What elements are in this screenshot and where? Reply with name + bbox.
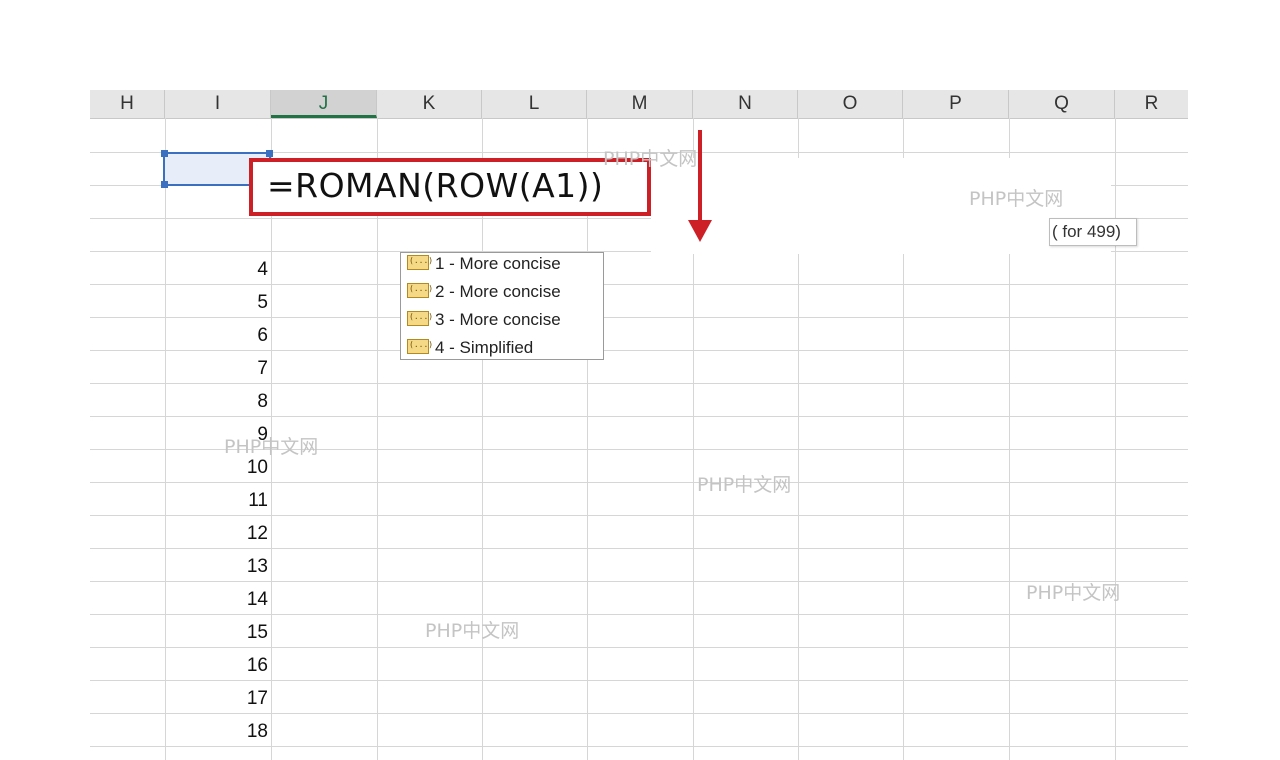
column-header-r[interactable]: R [1115,90,1188,118]
arrow-down-icon [688,220,712,242]
watermark: PHP中文网 [697,474,792,496]
cell-i5[interactable]: 5 [168,286,268,319]
watermark: PHP中文网 [969,188,1064,210]
function-arg-icon [407,255,433,271]
cell-i12[interactable]: 12 [168,517,268,550]
watermark: PHP中文网 [425,620,520,642]
column-header-m[interactable]: M [587,90,693,118]
formula-text: =ROMAN(ROW(A1)) [267,166,604,205]
formula-callout: =ROMAN(ROW(A1)) [249,158,651,216]
cell-i14[interactable]: 14 [168,583,268,616]
watermark: PHP中文网 [1026,582,1121,604]
autocomplete-item[interactable]: 2 - More concise [407,279,561,305]
column-header-n[interactable]: N [693,90,798,118]
autocomplete-item-label: 4 - Simplified [435,338,534,357]
cell-i16[interactable]: 16 [168,649,268,682]
column-header-row: H I J K L M N O P Q R [90,90,1188,119]
autocomplete-item-label: 3 - More concise [435,310,561,329]
function-arg-icon [407,283,433,299]
watermark: PHP中文网 [224,436,319,458]
gridline [1115,118,1116,760]
selection-handle[interactable] [161,181,168,188]
function-arg-icon [407,339,433,355]
autocomplete-item[interactable]: 4 - Simplified [407,335,533,361]
function-tooltip: ( for 499) [1049,218,1137,246]
cell-i7[interactable]: 7 [168,352,268,385]
red-arrow-icon [698,130,702,222]
column-header-o[interactable]: O [798,90,903,118]
column-header-j[interactable]: J [271,90,377,118]
autocomplete-item-label: 2 - More concise [435,282,561,301]
cell-i8[interactable]: 8 [168,385,268,418]
cell-i15[interactable]: 15 [168,616,268,649]
cell-i6[interactable]: 6 [168,319,268,352]
watermark: PHP中文网 [603,148,698,170]
column-header-q[interactable]: Q [1009,90,1115,118]
function-arg-icon [407,311,433,327]
cell-i13[interactable]: 13 [168,550,268,583]
autocomplete-list[interactable]: 1 - More concise 2 - More concise 3 - Mo… [400,252,604,360]
autocomplete-item[interactable]: 1 - More concise [407,251,561,277]
autocomplete-item-label: 1 - More concise [435,254,561,273]
column-header-l[interactable]: L [482,90,587,118]
gridline [165,118,166,760]
cell-i11[interactable]: 11 [168,484,268,517]
column-header-i[interactable]: I [165,90,271,118]
column-header-k[interactable]: K [377,90,482,118]
cell-i4[interactable]: 4 [168,253,268,286]
column-header-p[interactable]: P [903,90,1009,118]
column-header-h[interactable]: H [90,90,165,118]
cell-i17[interactable]: 17 [168,682,268,715]
selection-handle[interactable] [266,150,273,157]
selection-handle[interactable] [161,150,168,157]
autocomplete-item[interactable]: 3 - More concise [407,307,561,333]
cell-i18[interactable]: 18 [168,715,268,748]
